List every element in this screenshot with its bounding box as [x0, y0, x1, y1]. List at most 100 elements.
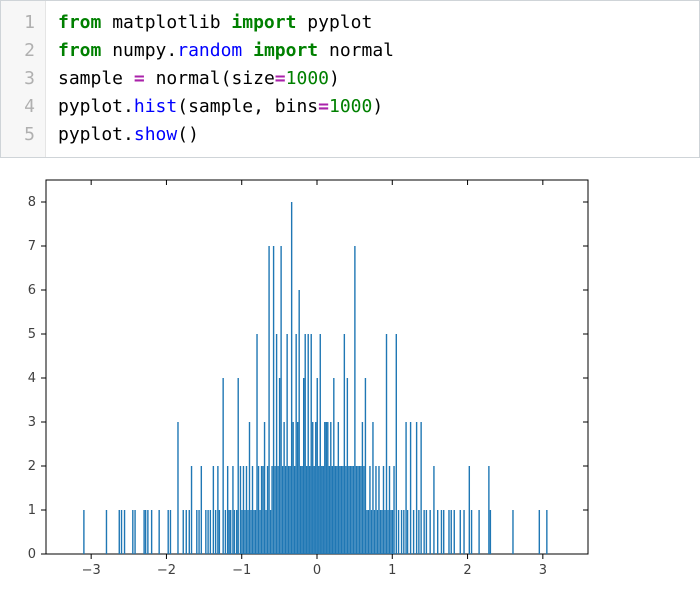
- histogram-bar: [249, 422, 250, 554]
- token-plain: [221, 12, 232, 33]
- histogram-bar: [423, 510, 424, 554]
- code-line[interactable]: from numpy.random import normal: [58, 37, 394, 65]
- histogram-bar: [441, 510, 442, 554]
- histogram-bar: [305, 334, 306, 554]
- histogram-bar: [339, 466, 340, 554]
- histogram-bar: [294, 466, 295, 554]
- histogram-bar: [332, 466, 333, 554]
- histogram-bar: [315, 422, 316, 554]
- histogram-bar: [338, 422, 339, 554]
- histogram-bar: [488, 466, 489, 554]
- x-tick-label: 2: [463, 563, 471, 578]
- histogram-bar: [219, 510, 220, 554]
- token-func: random: [177, 40, 242, 61]
- histogram-bar: [250, 510, 251, 554]
- code-block[interactable]: 12345 from matplotlib import pyplotfrom …: [0, 0, 700, 158]
- token-operator: =: [275, 68, 286, 89]
- token-keyword: import: [231, 12, 296, 33]
- token-punct: .: [123, 124, 134, 145]
- histogram-bar: [119, 510, 120, 554]
- histogram-bar: [134, 510, 135, 554]
- histogram-bar: [270, 510, 271, 554]
- histogram-bar: [416, 422, 417, 554]
- histogram-bar: [246, 466, 247, 554]
- histogram-bar: [377, 510, 378, 554]
- histogram-bar: [387, 510, 388, 554]
- histogram-bar: [359, 466, 360, 554]
- histogram-bar: [362, 422, 363, 554]
- histogram-bar: [393, 466, 394, 554]
- histogram-bar: [314, 466, 315, 554]
- histogram-bar: [306, 466, 307, 554]
- histogram-bar: [321, 466, 322, 554]
- histogram-bar: [344, 334, 345, 554]
- code-line[interactable]: pyplot.show(): [58, 121, 394, 149]
- histogram-bar: [145, 510, 146, 554]
- histogram-bar: [243, 466, 244, 554]
- histogram-bar: [386, 334, 387, 554]
- y-tick-label: 3: [28, 415, 36, 430]
- token-identifier: size: [231, 68, 274, 89]
- histogram-bar: [205, 510, 206, 554]
- histogram-bar: [312, 422, 313, 554]
- code-area[interactable]: from matplotlib import pyplotfrom numpy.…: [46, 1, 406, 157]
- histogram-bar: [259, 510, 260, 554]
- histogram-bar: [375, 466, 376, 554]
- histogram-bar: [255, 510, 256, 554]
- token-identifier: pyplot: [58, 124, 123, 145]
- histogram-bar: [323, 466, 324, 554]
- histogram-bar: [471, 510, 472, 554]
- histogram-bar: [279, 378, 280, 554]
- histogram-bar: [420, 422, 421, 554]
- histogram-bar: [83, 510, 84, 554]
- code-line[interactable]: sample = normal(size=1000): [58, 65, 394, 93]
- histogram-bar: [354, 246, 355, 554]
- histogram-bar: [241, 510, 242, 554]
- histogram-bar: [283, 422, 284, 554]
- histogram-bar: [403, 510, 404, 554]
- histogram-bar: [240, 466, 241, 554]
- histogram-bar: [106, 510, 107, 554]
- histogram-bar: [210, 510, 211, 554]
- code-line[interactable]: from matplotlib import pyplot: [58, 9, 394, 37]
- histogram-bar: [303, 378, 304, 554]
- histogram-bar: [329, 466, 330, 554]
- token-punct: (: [177, 96, 188, 117]
- histogram-bar: [380, 510, 381, 554]
- token-func: show: [134, 124, 177, 145]
- x-tick-label: 0: [313, 563, 321, 578]
- histogram-bar: [448, 510, 449, 554]
- y-tick-label: 7: [28, 239, 36, 254]
- histogram-bar: [390, 510, 391, 554]
- histogram-bar: [335, 466, 336, 554]
- histogram-bar: [469, 466, 470, 554]
- histogram-bar: [227, 466, 228, 554]
- histogram-bar: [546, 510, 547, 554]
- histogram-bar: [410, 422, 411, 554]
- token-plain: [296, 12, 307, 33]
- histogram-bar: [324, 422, 325, 554]
- histogram-bar: [366, 510, 367, 554]
- histogram-bar: [413, 510, 414, 554]
- x-tick-label: −2: [157, 563, 176, 578]
- histogram-bar: [429, 510, 430, 554]
- histogram-bar: [356, 466, 357, 554]
- token-number: 1000: [329, 96, 372, 117]
- token-module: normal: [329, 40, 394, 61]
- histogram-bar: [353, 466, 354, 554]
- token-punct: ,: [253, 96, 264, 117]
- histogram-bar: [401, 510, 402, 554]
- y-tick-label: 0: [28, 547, 36, 562]
- histogram-bar: [253, 510, 254, 554]
- code-line[interactable]: pyplot.hist(sample, bins=1000): [58, 93, 394, 121]
- histogram-bar: [295, 334, 296, 554]
- histogram-bar: [186, 510, 187, 554]
- y-tick-label: 1: [28, 503, 36, 518]
- histogram-bar: [418, 510, 419, 554]
- x-tick-label: 1: [388, 563, 396, 578]
- histogram-bar: [201, 466, 202, 554]
- line-number: 2: [13, 37, 35, 65]
- histogram-bar: [238, 378, 239, 554]
- histogram-bar: [121, 510, 122, 554]
- histogram-bar: [371, 510, 372, 554]
